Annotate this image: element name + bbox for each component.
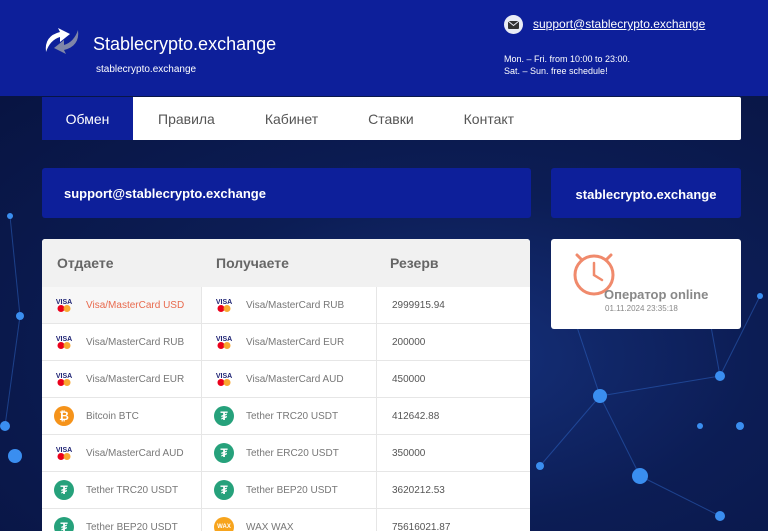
reserve-cell: 350000 [377,435,530,471]
give-currency: Visa/MasterCard AUD [86,447,184,459]
get-currency: Tether TRC20 USDT [246,410,339,422]
visa-mastercard-icon: VISA [53,294,75,316]
nav-item-exchange[interactable]: Обмен [42,97,133,140]
table-row[interactable]: VISA Visa/MasterCard USD VISA Visa/MasterCa… [42,287,530,324]
get-cell[interactable]: WAX WAX WAX [202,509,377,531]
table-row[interactable]: VISA Visa/MasterCard EUR VISA Visa/MasterCa… [42,361,530,398]
visa-mastercard-icon: VISA [53,368,75,390]
reserve-cell: 75616021.87 [377,509,530,531]
give-cell[interactable]: VISA Visa/MasterCard AUD [42,435,202,471]
visa-mastercard-icon: VISA [213,331,235,353]
operator-status: Оператор online [604,287,709,302]
reserve-value: 200000 [392,336,426,348]
svg-text:VISA: VISA [216,373,232,380]
exchange-rates-table: Отдаете Получаете Резерв VISA Visa/Master… [42,239,530,531]
give-currency: Tether BEP20 USDT [86,521,178,531]
nav-item-contact[interactable]: Контакт [439,97,539,140]
give-cell[interactable]: ₮ Tether BEP20 USDT [42,509,202,531]
reserve-value: 412642.88 [392,410,440,422]
visa-mastercard-icon: VISA [213,368,235,390]
get-currency: Visa/MasterCard AUD [246,373,344,385]
svg-text:VISA: VISA [216,299,232,306]
tether-icon: ₮ [53,479,75,501]
site-subtitle: stablecrypto.exchange [96,64,197,75]
hours-weekday: Mon. – Fri. from 10:00 to 23:00. [504,54,631,64]
get-currency: Visa/MasterCard RUB [246,299,345,311]
give-currency: Visa/MasterCard EUR [86,373,185,385]
reserve-cell: 200000 [377,324,530,360]
visa-mastercard-icon: VISA [53,331,75,353]
reserve-value: 75616021.87 [392,521,451,531]
logo-icon [45,28,79,54]
tether-icon: ₮ [213,442,235,464]
get-cell[interactable]: VISA Visa/MasterCard RUB [202,287,377,323]
operator-datetime: 01.11.2024 23:35:18 [605,304,678,313]
main-nav: Обмен Правила Кабинет Ставки Контакт [42,97,741,140]
reserve-value: 3620212.53 [392,484,445,496]
table-row[interactable]: ₮ Tether TRC20 USDT ₮ Tether BEP20 USDT 3620… [42,472,530,509]
svg-text:VISA: VISA [56,336,72,343]
get-cell[interactable]: ₮ Tether BEP20 USDT [202,472,377,508]
give-currency: Visa/MasterCard RUB [86,336,185,348]
reserve-cell: 412642.88 [377,398,530,434]
table-row[interactable]: ₮ Tether BEP20 USDT WAX WAX WAX 75616021.87 [42,509,530,531]
header-reserve: Резерв [390,255,439,271]
table-row[interactable]: ₿ Bitcoin BTC ₮ Tether TRC20 USDT 412642.88 [42,398,530,435]
reserve-cell: 450000 [377,361,530,397]
give-currency: Tether TRC20 USDT [86,484,179,496]
support-email-link[interactable]: support@stablecrypto.exchange [533,17,705,31]
nav-item-rules[interactable]: Правила [133,97,240,140]
get-currency: Visa/MasterCard EUR [246,336,345,348]
visa-mastercard-icon: VISA [53,442,75,464]
get-cell[interactable]: VISA Visa/MasterCard AUD [202,361,377,397]
site-title[interactable]: Stablecrypto.exchange [93,34,276,55]
give-cell[interactable]: VISA Visa/MasterCard USD [42,287,202,323]
get-cell[interactable]: VISA Visa/MasterCard EUR [202,324,377,360]
svg-text:VISA: VISA [56,373,72,380]
reserve-value: 350000 [392,447,426,459]
nav-item-cabinet[interactable]: Кабинет [240,97,343,140]
get-currency: Tether ERC20 USDT [246,447,339,459]
envelope-icon [504,15,523,34]
site-name-box[interactable]: stablecrypto.exchange [551,168,741,218]
tether-icon: ₮ [53,516,75,531]
reserve-cell: 3620212.53 [377,472,530,508]
header-give: Отдаете [57,255,114,271]
tether-icon: ₮ [213,405,235,427]
reserve-value: 2999915.94 [392,299,445,311]
operator-status-card: Оператор online 01.11.2024 23:35:18 [551,239,741,329]
give-currency: Visa/MasterCard USD [86,299,185,311]
give-cell[interactable]: VISA Visa/MasterCard EUR [42,361,202,397]
reserve-cell: 2999915.94 [377,287,530,323]
reserve-value: 450000 [392,373,426,385]
table-header: Отдаете Получаете Резерв [42,239,530,287]
wax-icon: WAX [213,516,235,531]
get-currency: Tether BEP20 USDT [246,484,338,496]
site-header: Stablecrypto.exchange stablecrypto.excha… [0,0,768,96]
get-currency: WAX WAX [246,521,294,531]
give-cell[interactable]: VISA Visa/MasterCard RUB [42,324,202,360]
get-cell[interactable]: ₮ Tether TRC20 USDT [202,398,377,434]
header-get: Получаете [216,255,289,271]
visa-mastercard-icon: VISA [213,294,235,316]
tether-icon: ₮ [213,479,235,501]
get-cell[interactable]: ₮ Tether ERC20 USDT [202,435,377,471]
table-row[interactable]: VISA Visa/MasterCard AUD ₮ Tether ERC20 USD… [42,435,530,472]
give-cell[interactable]: ₮ Tether TRC20 USDT [42,472,202,508]
svg-text:VISA: VISA [56,299,72,306]
give-currency: Bitcoin BTC [86,410,139,422]
svg-text:VISA: VISA [216,336,232,343]
bitcoin-icon: ₿ [53,405,75,427]
nav-item-rates[interactable]: Ставки [343,97,439,140]
svg-text:VISA: VISA [56,447,72,454]
table-row[interactable]: VISA Visa/MasterCard RUB VISA Visa/MasterCa… [42,324,530,361]
support-email-box[interactable]: support@stablecrypto.exchange [42,168,531,218]
hours-weekend: Sat. – Sun. free schedule! [504,66,608,76]
give-cell[interactable]: ₿ Bitcoin BTC [42,398,202,434]
